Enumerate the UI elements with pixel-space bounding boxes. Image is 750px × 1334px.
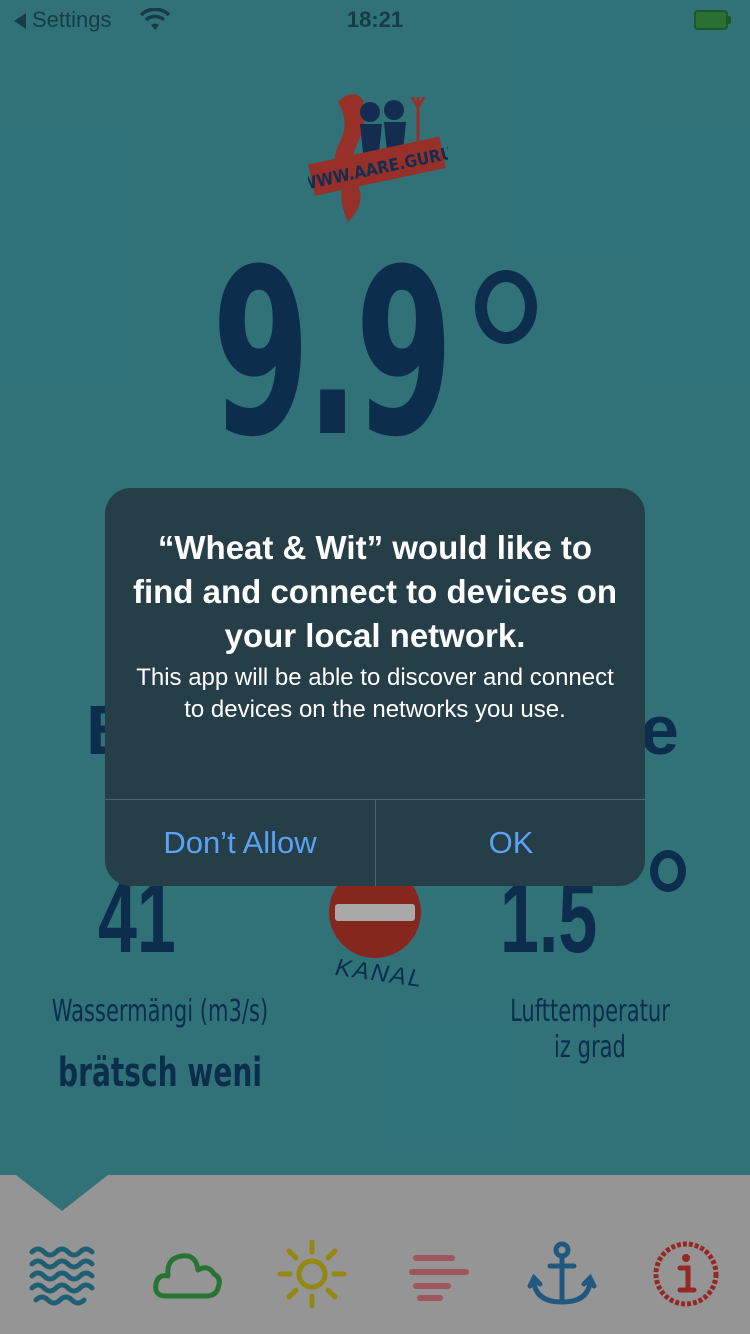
battery-icon [694, 10, 731, 30]
alert-message: This app will be able to discover and co… [136, 664, 614, 723]
forecast-bars-icon[interactable] [402, 1238, 474, 1310]
hidden-label-right: e [640, 691, 679, 769]
dont-allow-button[interactable]: Don’t Allow [105, 800, 375, 886]
tab-bar [0, 1175, 750, 1334]
waves-icon[interactable] [26, 1238, 98, 1310]
cloud-icon[interactable] [152, 1238, 224, 1310]
status-bar: Settings 18:21 [0, 0, 750, 40]
degree-symbol-small [650, 850, 686, 892]
flow-description: brätsch weni [58, 1050, 262, 1096]
aare-guru-logo: WWW.AARE.GURU [308, 93, 448, 222]
selected-tab-pointer [16, 1175, 108, 1211]
alert-title: “Wheat & Wit” would like to find and con… [132, 529, 618, 654]
air-temperature-label: Lufttemperatur iz grad [481, 994, 699, 1066]
local-network-permission-alert: “Wheat & Wit” would like to find and con… [105, 488, 645, 886]
ok-button[interactable]: OK [376, 800, 645, 886]
air-label-line1: Lufttemperatur [510, 994, 670, 1029]
air-label-line2: iz grad [554, 1030, 626, 1065]
water-temperature-value: 9.9 [212, 221, 453, 488]
sun-icon[interactable] [276, 1238, 348, 1310]
degree-symbol [475, 270, 537, 344]
anchor-icon[interactable] [526, 1238, 598, 1310]
kanal-label: KANAL [333, 953, 426, 994]
flow-label: Wassermängi (m3/s) [51, 994, 269, 1029]
status-time: 18:21 [346, 7, 404, 32]
info-icon[interactable] [650, 1238, 722, 1310]
